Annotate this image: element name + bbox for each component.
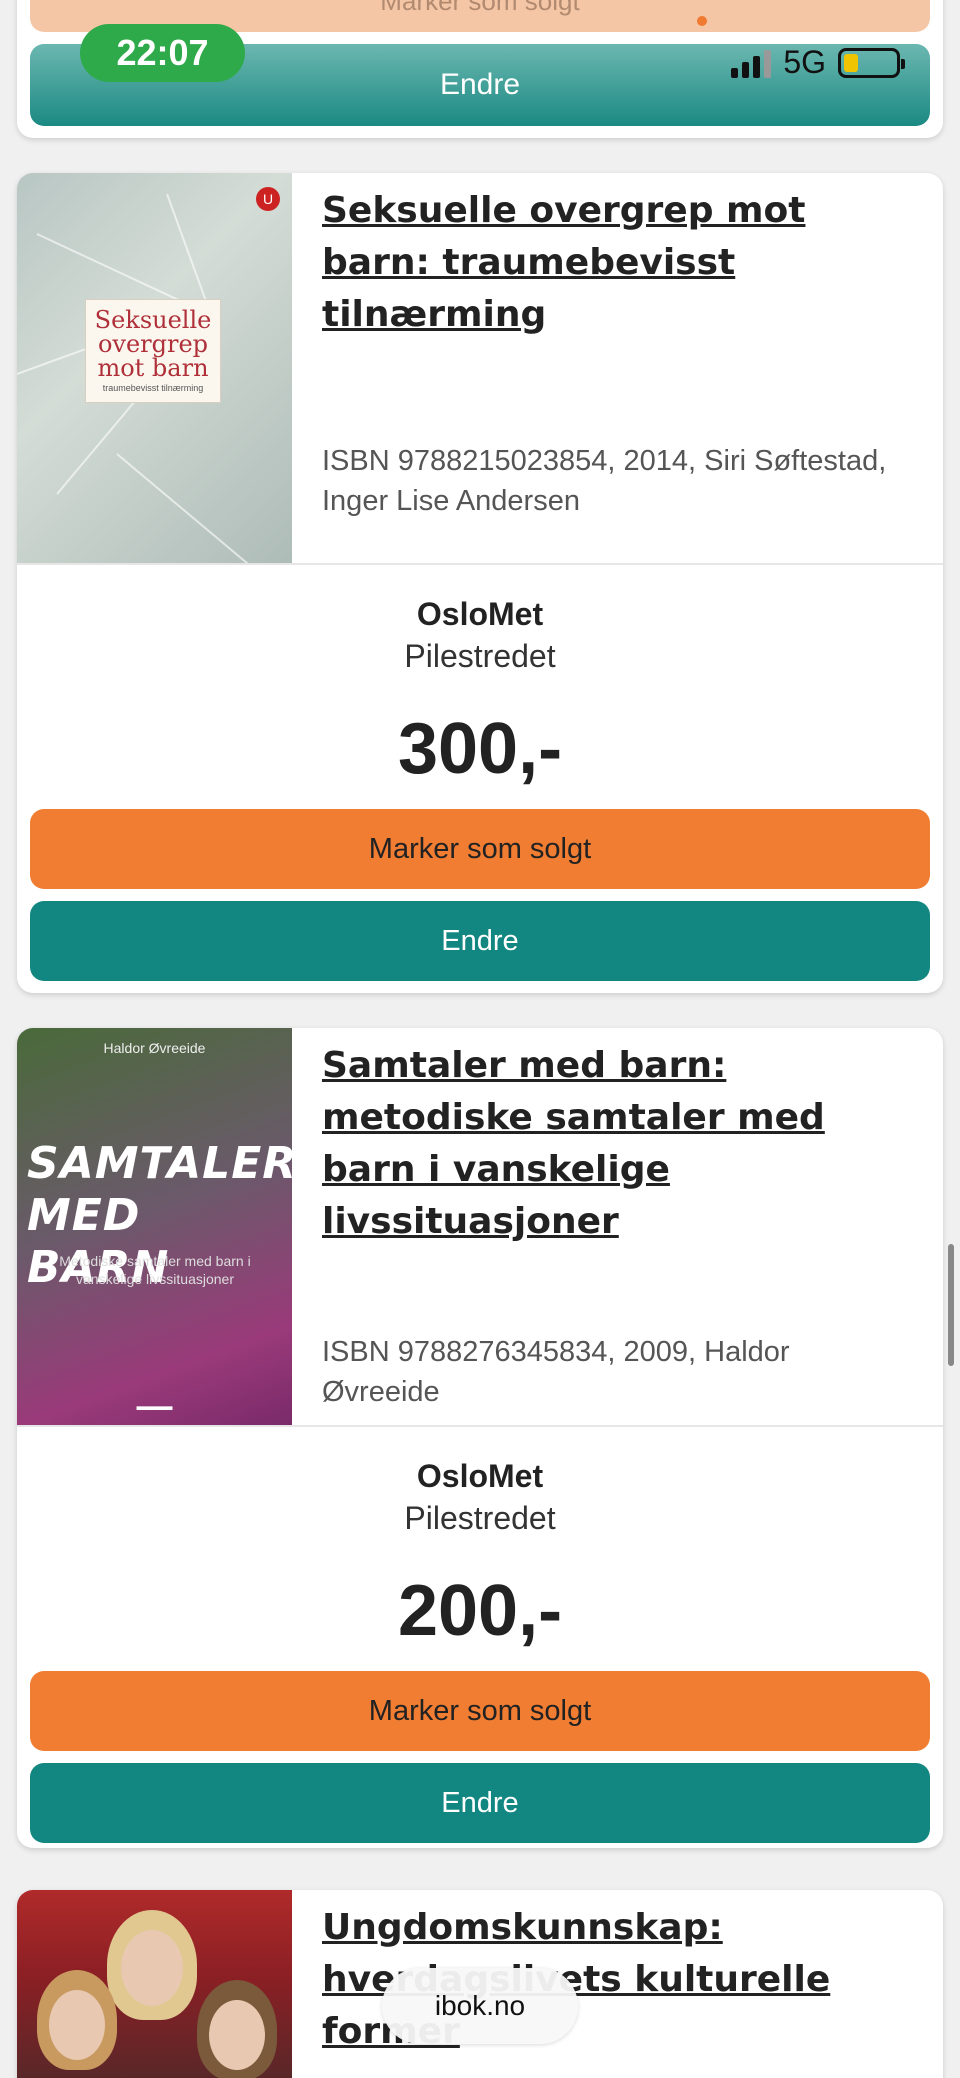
cover-subtitle: Metodiske samtaler med barn i vanskelige… <box>59 1253 251 1287</box>
book-cover-image[interactable]: Haldor Øvreeide SAMTALER MED BARN Metodi… <box>17 1028 292 1425</box>
price: 200,- <box>397 1571 563 1651</box>
mark-sold-button[interactable]: Marker som solgt <box>30 809 930 889</box>
school-name: OsloMet <box>416 1458 544 1494</box>
book-meta: ISBN 9788215023854, 2014, Siri Søftestad… <box>322 445 887 517</box>
site-address[interactable]: ibok.no <box>382 1968 578 2044</box>
publisher-logo-icon: U <box>256 187 280 211</box>
status-indicators: 5G <box>731 44 905 81</box>
cover-title-label: Seksuelle overgrep mot barn traumebeviss… <box>85 299 221 403</box>
mark-sold-button[interactable]: Marker som solgt <box>30 1671 930 1751</box>
listing-card: U Seksuelle overgrep mot barn traumebevi… <box>17 173 943 993</box>
signal-icon <box>731 48 772 78</box>
book-cover-image[interactable]: U Seksuelle overgrep mot barn traumebevi… <box>17 173 292 563</box>
mark-sold-label: Marker som solgt <box>380 0 580 16</box>
scrollbar[interactable] <box>948 1244 954 1366</box>
price: 300,- <box>397 709 563 789</box>
school-name: OsloMet <box>416 596 544 632</box>
publisher-logo-icon: ▬▬▬ <box>136 1399 173 1413</box>
edit-button[interactable]: Endre <box>30 901 930 981</box>
indicator-dot <box>697 16 707 26</box>
book-title-link[interactable]: Seksuelle overgrep mot barn: traumebevis… <box>322 185 913 341</box>
book-meta: ISBN 9788276345834, 2009, Haldor Øvreeid… <box>322 1336 790 1408</box>
listing-card: Haldor Øvreeide SAMTALER MED BARN Metodi… <box>17 1028 943 1848</box>
campus-name: Pilestredet <box>404 638 556 674</box>
network-type: 5G <box>783 44 826 80</box>
book-title-link[interactable]: Samtaler med barn: metodiske samtaler me… <box>322 1040 913 1248</box>
campus-name: Pilestredet <box>404 1500 556 1536</box>
book-cover-image[interactable] <box>17 1890 292 2078</box>
edit-button[interactable]: Endre <box>30 1763 930 1843</box>
battery-icon <box>838 47 905 78</box>
status-time: 22:07 <box>80 24 245 82</box>
cover-author: Haldor Øvreeide <box>103 1040 206 1056</box>
